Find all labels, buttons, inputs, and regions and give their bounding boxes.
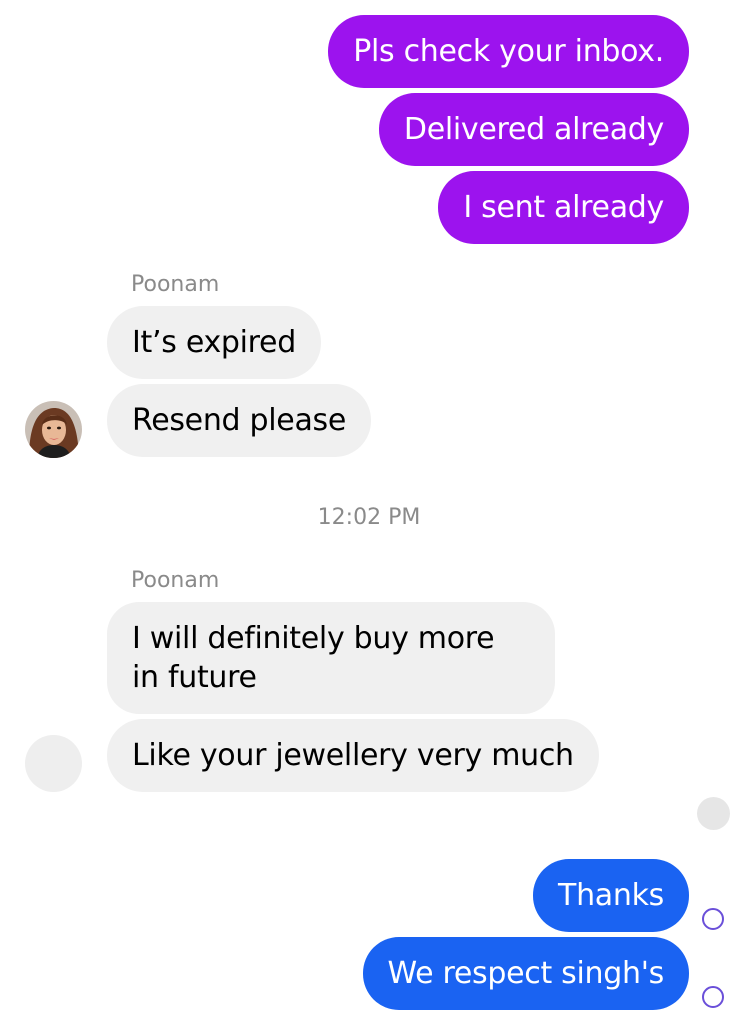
contact-avatar[interactable] — [25, 401, 82, 458]
incoming-message[interactable]: I will definitely buy more in future — [107, 602, 555, 714]
outgoing-message[interactable]: Thanks — [533, 859, 689, 932]
outgoing-message[interactable]: Pls check your inbox. — [328, 15, 689, 88]
outgoing-message[interactable]: We respect singh's — [362, 937, 689, 1010]
contact-avatar-photo-icon — [25, 401, 82, 458]
outgoing-message[interactable]: I sent already — [438, 171, 689, 244]
seen-indicator-icon — [697, 797, 730, 830]
chat-thread: Pls check your inbox. Delivered already … — [0, 0, 738, 1011]
incoming-message[interactable]: Like your jewellery very much — [107, 719, 599, 792]
sent-status-icon — [702, 908, 724, 930]
sent-status-icon — [702, 986, 724, 1008]
sender-name: Poonam — [131, 272, 220, 297]
avatar-placeholder-icon — [25, 735, 82, 792]
outgoing-message[interactable]: Delivered already — [378, 93, 689, 166]
message-timestamp: 12:02 PM — [317, 505, 421, 530]
incoming-message[interactable]: Resend please — [107, 384, 372, 457]
incoming-message[interactable]: It’s expired — [107, 306, 321, 379]
sender-name: Poonam — [131, 568, 220, 593]
